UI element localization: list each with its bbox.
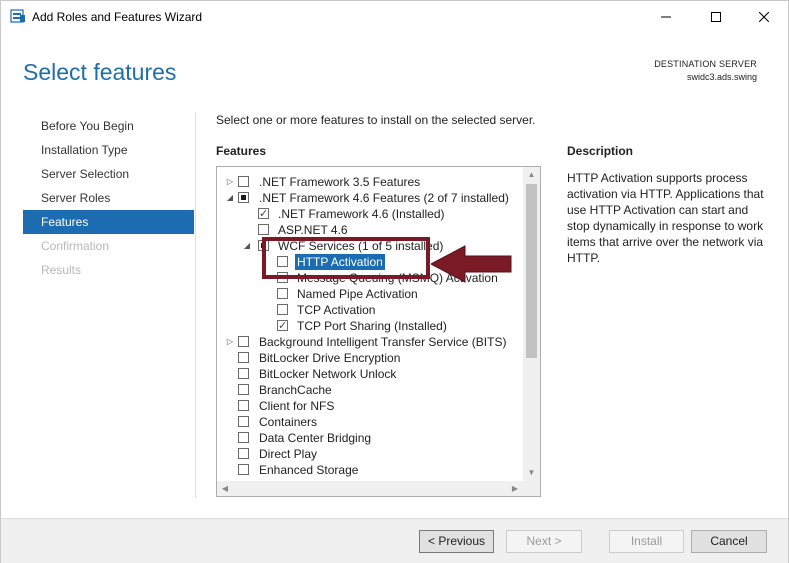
scroll-left-icon[interactable]: ◀ — [217, 481, 233, 496]
feature-label[interactable]: Client for NFS — [259, 398, 334, 414]
maximize-icon — [711, 11, 721, 22]
minimize-button[interactable] — [643, 1, 689, 32]
feature-checkbox[interactable] — [238, 464, 249, 475]
feature-row[interactable]: ▷ Background Intelligent Transfer Service… — [217, 334, 523, 350]
page-title: Select features — [23, 59, 177, 85]
feature-row[interactable]: ◢ .NET Framework 4.6 Features (2 of 7 ins… — [217, 190, 523, 206]
feature-label[interactable]: Background Intelligent Transfer Service … — [259, 334, 506, 350]
feature-row[interactable]: ▷ .NET Framework 3.5 Features — [217, 174, 523, 190]
collapse-arrow-icon[interactable]: ◢ — [242, 238, 252, 254]
feature-checkbox[interactable] — [238, 448, 249, 459]
feature-row[interactable]: Direct Play — [217, 446, 523, 462]
feature-checkbox[interactable] — [277, 288, 288, 299]
feature-row[interactable]: Data Center Bridging — [217, 430, 523, 446]
feature-label[interactable]: Enhanced Storage — [259, 462, 358, 478]
nav-item-features[interactable]: Features — [23, 210, 194, 234]
wizard-header: Select features DESTINATION SERVER swidc… — [1, 32, 788, 92]
description-heading: Description — [567, 144, 634, 158]
wizard-nav: Before You Begin Installation Type Server … — [23, 114, 194, 282]
feature-checkbox[interactable] — [238, 336, 249, 347]
cancel-button[interactable]: Cancel — [691, 530, 767, 553]
scroll-up-icon[interactable]: ▲ — [523, 167, 540, 183]
scroll-down-icon[interactable]: ▼ — [523, 465, 540, 481]
feature-checkbox[interactable] — [238, 416, 249, 427]
feature-checkbox[interactable] — [238, 384, 249, 395]
feature-row[interactable]: ASP.NET 4.6 — [217, 222, 523, 238]
feature-checkbox[interactable] — [238, 368, 249, 379]
feature-label[interactable]: .NET Framework 3.5 Features — [259, 174, 420, 190]
close-button[interactable] — [741, 1, 787, 32]
feature-checkbox[interactable] — [277, 304, 288, 315]
expand-arrow-icon[interactable]: ▷ — [225, 174, 235, 190]
nav-item-server-roles[interactable]: Server Roles — [23, 186, 194, 210]
feature-row[interactable]: TCP Activation — [217, 302, 523, 318]
nav-item-installation-type[interactable]: Installation Type — [23, 138, 194, 162]
instruction-text: Select one or more features to install o… — [216, 113, 536, 127]
feature-row[interactable]: .NET Framework 4.6 (Installed) — [217, 206, 523, 222]
feature-checkbox[interactable] — [258, 206, 269, 222]
feature-row[interactable]: BitLocker Drive Encryption — [217, 350, 523, 366]
description-text: HTTP Activation supports process activat… — [567, 171, 764, 265]
feature-checkbox[interactable] — [238, 400, 249, 411]
feature-checkbox[interactable] — [238, 432, 249, 443]
scroll-right-icon[interactable]: ▶ — [507, 481, 523, 496]
vertical-scrollbar[interactable]: ▲ ▼ — [523, 167, 540, 481]
feature-checkbox[interactable] — [238, 176, 249, 187]
wizard-footer: < Previous Next > Install Cancel — [1, 518, 788, 563]
wizard-window: Add Roles and Features Wizard Select fea… — [0, 0, 789, 563]
feature-label[interactable]: TCP Port Sharing (Installed) — [297, 318, 447, 334]
feature-checkbox[interactable] — [277, 318, 288, 334]
server-manager-icon — [10, 9, 25, 23]
feature-label[interactable]: Containers — [259, 414, 317, 430]
feature-label[interactable]: BranchCache — [259, 382, 332, 398]
nav-item-results: Results — [41, 263, 82, 277]
horizontal-scrollbar[interactable]: ◀ ▶ — [217, 481, 523, 496]
close-icon — [759, 11, 769, 22]
expand-arrow-icon[interactable]: ▷ — [225, 334, 235, 350]
feature-row[interactable]: Client for NFS — [217, 398, 523, 414]
feature-checkbox[interactable] — [238, 352, 249, 363]
feature-row[interactable]: BitLocker Network Unlock — [217, 366, 523, 382]
minimize-icon — [661, 16, 671, 17]
nav-divider — [195, 113, 196, 498]
feature-label[interactable]: TCP Activation — [297, 302, 375, 318]
feature-label[interactable]: BitLocker Drive Encryption — [259, 350, 400, 366]
annotation-highlight-box — [262, 237, 430, 279]
nav-item-confirmation: Confirmation — [41, 239, 110, 253]
next-button[interactable]: Next > — [506, 530, 582, 553]
nav-item-server-selection[interactable]: Server Selection — [23, 162, 194, 186]
window-title: Add Roles and Features Wizard — [32, 10, 203, 24]
destination-server-label: DESTINATION SERVER — [654, 59, 757, 69]
destination-server-value: swidc3.ads.swing — [686, 72, 757, 82]
features-tree[interactable]: ▷ .NET Framework 3.5 Features ◢ .NET Framew… — [216, 166, 541, 497]
scrollbar-corner — [523, 481, 540, 496]
previous-button[interactable]: < Previous — [419, 530, 494, 553]
feature-row[interactable]: Containers — [217, 414, 523, 430]
collapse-arrow-icon[interactable]: ◢ — [225, 190, 235, 206]
nav-item-before-you-begin[interactable]: Before You Begin — [23, 114, 194, 138]
feature-label[interactable]: Data Center Bridging — [259, 430, 371, 446]
feature-label[interactable]: Named Pipe Activation — [297, 286, 418, 302]
feature-label[interactable]: Direct Play — [259, 446, 317, 462]
feature-checkbox[interactable] — [238, 192, 249, 203]
feature-label[interactable]: ASP.NET 4.6 — [278, 222, 348, 238]
feature-row[interactable]: BranchCache — [217, 382, 523, 398]
feature-row[interactable]: TCP Port Sharing (Installed) — [217, 318, 523, 334]
features-heading: Features — [216, 144, 267, 158]
feature-label[interactable]: .NET Framework 4.6 (Installed) — [278, 206, 445, 222]
feature-checkbox[interactable] — [258, 224, 269, 235]
maximize-button[interactable] — [693, 1, 739, 32]
title-bar: Add Roles and Features Wizard — [1, 1, 788, 32]
feature-row[interactable]: Enhanced Storage — [217, 462, 523, 478]
feature-label[interactable]: BitLocker Network Unlock — [259, 366, 396, 382]
vertical-scroll-thumb[interactable] — [526, 184, 537, 358]
feature-label[interactable]: .NET Framework 4.6 Features (2 of 7 inst… — [259, 190, 509, 206]
annotation-arrow-icon — [431, 245, 512, 283]
feature-row[interactable]: Named Pipe Activation — [217, 286, 523, 302]
install-button[interactable]: Install — [609, 530, 684, 553]
